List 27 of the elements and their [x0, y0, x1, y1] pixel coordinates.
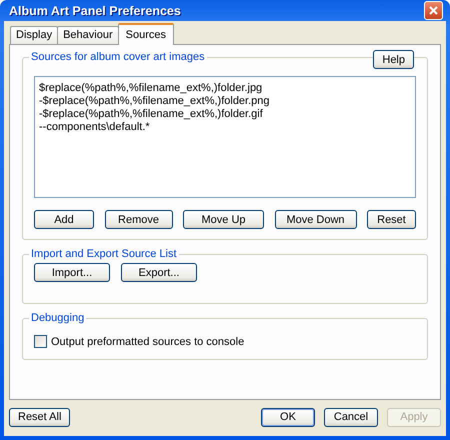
- tab[interactable]: Display: [10, 26, 58, 44]
- list-button[interactable]: Move Up: [183, 210, 264, 229]
- group-title: Sources for album cover art images: [29, 51, 207, 63]
- source-line: -$replace(%path%,%filename_ext%,)folder.png: [39, 95, 271, 107]
- source-line: $replace(%path%,%filename_ext%,)folder.jpg: [39, 82, 264, 94]
- group-title: Import and Export Source List: [29, 248, 179, 260]
- close-icon: [428, 5, 439, 16]
- source-line: --components\default.*: [39, 121, 151, 133]
- list-button[interactable]: Move Down: [274, 210, 356, 229]
- dialog-button[interactable]: OK: [261, 408, 315, 426]
- source-line: -$replace(%path%,%filename_ext%,)folder.gif: [39, 108, 264, 120]
- tab[interactable]: Behaviour: [57, 26, 119, 44]
- list-button[interactable]: Reset: [367, 210, 416, 229]
- checkbox-label: Output preformatted sources to console: [51, 336, 244, 348]
- close-button[interactable]: [424, 1, 443, 20]
- reset-all-button[interactable]: Reset All: [9, 408, 70, 426]
- file-button[interactable]: Import...: [34, 263, 110, 282]
- group-title: Debugging: [29, 312, 86, 324]
- file-button[interactable]: Export...: [121, 263, 197, 282]
- tab[interactable]: Sources: [118, 23, 174, 45]
- checkbox[interactable]: [34, 335, 47, 348]
- window-title: Album Art Panel Preferences: [9, 4, 181, 18]
- list-button[interactable]: Remove: [104, 210, 172, 229]
- help-button[interactable]: Help: [373, 50, 414, 69]
- sources-list-field[interactable]: $replace(%path%,%filename_ext%,)folder.jpg -$replace(%path%,%filename_ext%,)folder.png -$replace(%path%,%filename_ext%,)folder.gif --components\default.*: [34, 76, 416, 198]
- dialog-button[interactable]: Cancel: [324, 408, 378, 426]
- list-button[interactable]: Add: [34, 210, 94, 229]
